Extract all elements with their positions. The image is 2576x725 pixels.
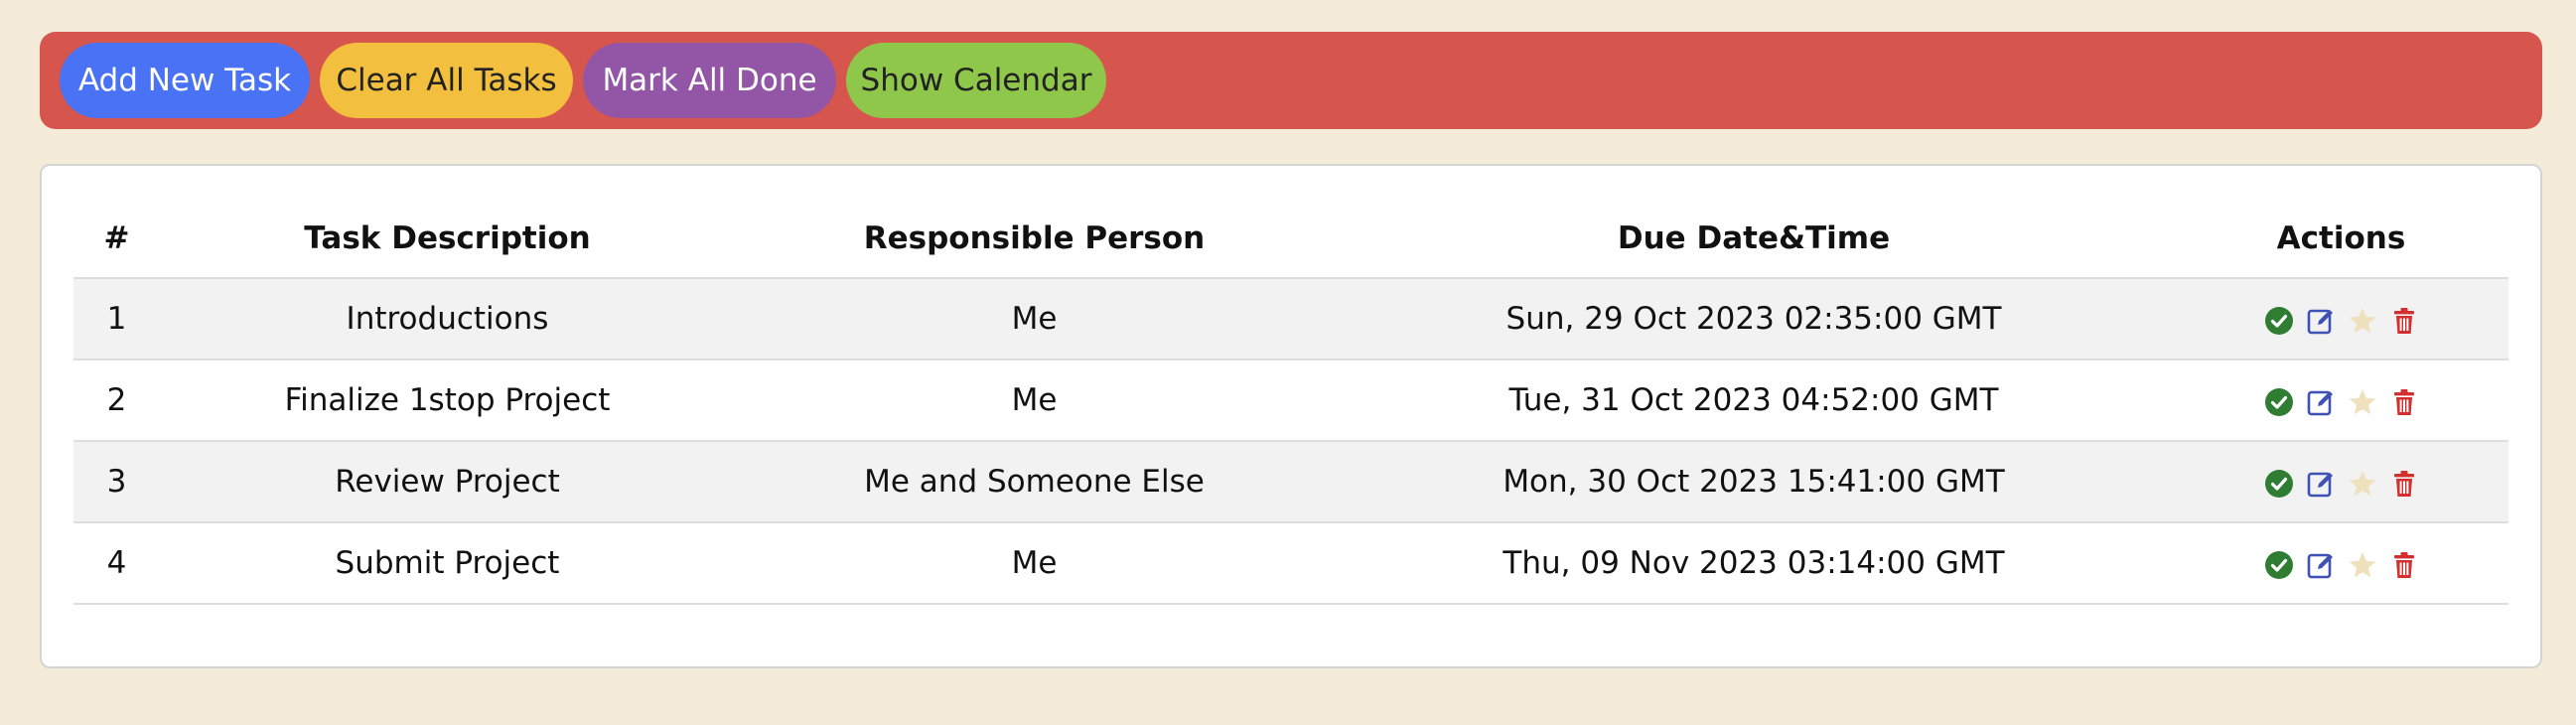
check-circle-icon bbox=[2264, 469, 2294, 499]
table-header-row: # Task Description Responsible Person Du… bbox=[73, 199, 2508, 279]
row-actions bbox=[2264, 550, 2419, 580]
cell-actions bbox=[2174, 360, 2508, 442]
cell-due-date-time: Tue, 31 Oct 2023 04:52:00 GMT bbox=[1334, 360, 2174, 442]
delete-task-button[interactable] bbox=[2389, 306, 2419, 336]
star-icon bbox=[2348, 550, 2377, 580]
show-calendar-button[interactable]: Show Calendar bbox=[846, 43, 1106, 118]
clear-all-tasks-button[interactable]: Clear All Tasks bbox=[320, 43, 573, 118]
cell-actions bbox=[2174, 522, 2508, 605]
cell-number: 2 bbox=[73, 360, 160, 442]
star-task-button[interactable] bbox=[2348, 550, 2377, 580]
header-responsible-person: Responsible Person bbox=[735, 199, 1334, 279]
cell-due-date-time: Mon, 30 Oct 2023 15:41:00 GMT bbox=[1334, 441, 2174, 523]
delete-task-button[interactable] bbox=[2389, 387, 2419, 417]
star-icon bbox=[2348, 387, 2377, 417]
row-actions bbox=[2264, 469, 2419, 499]
trash-icon bbox=[2389, 469, 2419, 499]
table-row: 1 Introductions Me Sun, 29 Oct 2023 02:35:0… bbox=[73, 278, 2508, 361]
edit-icon bbox=[2306, 550, 2336, 580]
cell-responsible-person: Me and Someone Else bbox=[735, 441, 1334, 523]
trash-icon bbox=[2389, 550, 2419, 580]
toolbar: Add New Task Clear All Tasks Mark All Do… bbox=[40, 32, 2542, 129]
mark-all-done-button[interactable]: Mark All Done bbox=[583, 43, 836, 118]
cell-responsible-person: Me bbox=[735, 360, 1334, 442]
check-circle-icon bbox=[2264, 550, 2294, 580]
cell-task-description: Submit Project bbox=[160, 522, 735, 605]
cell-due-date-time: Thu, 09 Nov 2023 03:14:00 GMT bbox=[1334, 522, 2174, 605]
add-new-task-button[interactable]: Add New Task bbox=[60, 43, 310, 118]
cell-responsible-person: Me bbox=[735, 522, 1334, 605]
check-circle-icon bbox=[2264, 306, 2294, 336]
table-row: 4 Submit Project Me Thu, 09 Nov 2023 03:14:… bbox=[73, 522, 2508, 605]
delete-task-button[interactable] bbox=[2389, 469, 2419, 499]
edit-icon bbox=[2306, 387, 2336, 417]
cell-responsible-person: Me bbox=[735, 278, 1334, 361]
cell-due-date-time: Sun, 29 Oct 2023 02:35:00 GMT bbox=[1334, 278, 2174, 361]
row-actions bbox=[2264, 387, 2419, 417]
task-table-panel: # Task Description Responsible Person Du… bbox=[40, 164, 2542, 668]
star-task-button[interactable] bbox=[2348, 387, 2377, 417]
header-due-date-time: Due Date&Time bbox=[1334, 199, 2174, 279]
cell-actions bbox=[2174, 278, 2508, 361]
trash-icon bbox=[2389, 306, 2419, 336]
cell-task-description: Finalize 1stop Project bbox=[160, 360, 735, 442]
check-circle-icon bbox=[2264, 387, 2294, 417]
mark-done-button[interactable] bbox=[2264, 306, 2294, 336]
mark-done-button[interactable] bbox=[2264, 387, 2294, 417]
task-table: # Task Description Responsible Person Du… bbox=[73, 199, 2508, 605]
edit-icon bbox=[2306, 469, 2336, 499]
header-actions: Actions bbox=[2174, 199, 2508, 279]
mark-done-button[interactable] bbox=[2264, 550, 2294, 580]
header-task-description: Task Description bbox=[160, 199, 735, 279]
edit-task-button[interactable] bbox=[2306, 550, 2336, 580]
star-task-button[interactable] bbox=[2348, 306, 2377, 336]
edit-task-button[interactable] bbox=[2306, 469, 2336, 499]
table-row: 2 Finalize 1stop Project Me Tue, 31 Oct 202… bbox=[73, 360, 2508, 442]
edit-task-button[interactable] bbox=[2306, 306, 2336, 336]
mark-done-button[interactable] bbox=[2264, 469, 2294, 499]
cell-task-description: Introductions bbox=[160, 278, 735, 361]
cell-number: 4 bbox=[73, 522, 160, 605]
star-icon bbox=[2348, 306, 2377, 336]
row-actions bbox=[2264, 306, 2419, 336]
cell-actions bbox=[2174, 441, 2508, 523]
star-task-button[interactable] bbox=[2348, 469, 2377, 499]
header-number: # bbox=[73, 199, 160, 279]
table-row: 3 Review Project Me and Someone Else Mon, 3… bbox=[73, 441, 2508, 523]
trash-icon bbox=[2389, 387, 2419, 417]
cell-task-description: Review Project bbox=[160, 441, 735, 523]
star-icon bbox=[2348, 469, 2377, 499]
cell-number: 1 bbox=[73, 278, 160, 361]
delete-task-button[interactable] bbox=[2389, 550, 2419, 580]
cell-number: 3 bbox=[73, 441, 160, 523]
edit-icon bbox=[2306, 306, 2336, 336]
edit-task-button[interactable] bbox=[2306, 387, 2336, 417]
